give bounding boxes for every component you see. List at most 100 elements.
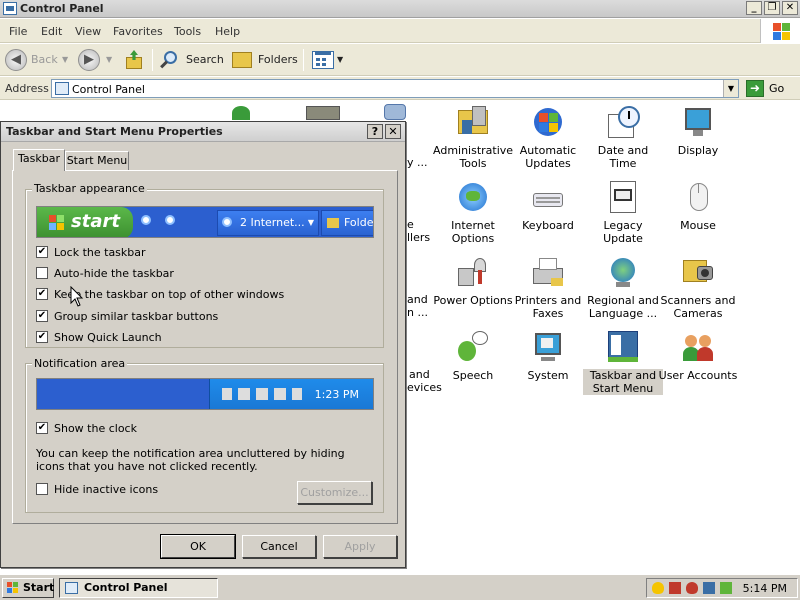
menu-bar: File Edit View Favorites Tools Help	[0, 19, 760, 43]
taskbar-button-control-panel[interactable]: Control Panel	[59, 578, 218, 598]
cp-item-keyboard[interactable]: Keyboard	[508, 181, 588, 232]
quick-launch-checkbox[interactable]: ✔	[36, 331, 48, 343]
windows-logo-icon	[7, 582, 19, 594]
menu-view[interactable]: View	[75, 25, 101, 38]
cp-item-system[interactable]: System	[508, 331, 588, 382]
close-button[interactable]: ✕	[782, 1, 798, 15]
window-title: Control Panel	[20, 2, 104, 15]
folders-button[interactable]: Folders	[258, 53, 298, 66]
lock-taskbar-label[interactable]: Lock the taskbar	[54, 246, 146, 259]
keep-on-top-label[interactable]: Keep the taskbar on top of other windows	[54, 288, 284, 301]
minimize-button[interactable]: _	[746, 1, 762, 15]
apply-button[interactable]: Apply	[323, 535, 397, 558]
menu-tools[interactable]: Tools	[174, 25, 201, 38]
forward-dropdown-icon[interactable]: ▼	[106, 55, 112, 64]
tab-start-menu[interactable]: Start Menu	[65, 151, 129, 171]
partial-icon	[306, 106, 340, 120]
search-button[interactable]: Search	[186, 53, 224, 66]
hide-inactive-checkbox[interactable]	[36, 483, 48, 495]
speech-icon	[456, 331, 490, 365]
cp-item-internet-options[interactable]: Internet Options	[433, 181, 513, 245]
back-dropdown-icon[interactable]: ▼	[62, 55, 68, 64]
ie-quicklaunch-icon	[141, 215, 157, 231]
cp-item-taskbar-start-menu[interactable]: Taskbar and Start Menu	[583, 331, 663, 395]
user-accounts-icon	[681, 331, 715, 365]
folders-icon[interactable]	[232, 52, 252, 68]
views-icon[interactable]	[312, 51, 334, 69]
menu-file[interactable]: File	[9, 25, 27, 38]
tray-icon	[222, 388, 232, 400]
cp-item-administrative-tools[interactable]: Administrative Tools	[433, 106, 513, 170]
tray-icon	[292, 388, 302, 400]
go-button[interactable]: Go	[769, 82, 784, 95]
windows-logo-icon	[760, 19, 800, 43]
start-button[interactable]: Start	[2, 578, 54, 598]
cp-item-printers-faxes[interactable]: Printers and Faxes	[508, 256, 588, 320]
dialog-close-button[interactable]: ✕	[385, 124, 401, 139]
control-panel-icon	[3, 2, 17, 15]
network-icon[interactable]	[703, 582, 715, 594]
up-folder-icon[interactable]	[124, 50, 144, 70]
folder-icon	[327, 218, 339, 228]
cp-item-mouse[interactable]: Mouse	[658, 181, 738, 232]
show-clock-checkbox[interactable]: ✔	[36, 422, 48, 434]
auto-hide-checkbox[interactable]	[36, 267, 48, 279]
tray-icon	[256, 388, 268, 400]
cp-item-speech[interactable]: Speech	[433, 331, 513, 382]
tray-icon	[238, 388, 250, 400]
address-dropdown-icon[interactable]: ▼	[723, 80, 738, 97]
cp-item-legacy-update[interactable]: Legacy Update	[583, 181, 663, 245]
ie-icon	[222, 217, 232, 227]
go-arrow-icon[interactable]: ➜	[746, 80, 764, 97]
mouse-icon	[681, 181, 715, 215]
menu-edit[interactable]: Edit	[41, 25, 62, 38]
security-shield-icon[interactable]	[652, 582, 664, 594]
power-options-icon	[456, 256, 490, 290]
cp-item-date-time[interactable]: Date and Time	[583, 106, 663, 170]
restore-button[interactable]: ❐	[764, 1, 780, 15]
date-time-icon	[606, 106, 640, 140]
back-button[interactable]: Back	[31, 53, 58, 66]
views-dropdown-icon[interactable]: ▼	[337, 55, 343, 64]
cp-item-power-options[interactable]: Power Options	[433, 256, 513, 307]
show-clock-label[interactable]: Show the clock	[54, 422, 137, 435]
partial-icon	[384, 104, 406, 120]
preview-start-label: start	[71, 211, 120, 232]
cp-item-automatic-updates[interactable]: Automatic Updates	[508, 106, 588, 170]
customize-button[interactable]: Customize...	[297, 481, 372, 504]
back-arrow-icon[interactable]: ◀	[5, 49, 27, 71]
search-icon[interactable]	[160, 50, 182, 70]
notification-description: You can keep the notification area unclu…	[36, 447, 345, 473]
menu-help[interactable]: Help	[215, 25, 240, 38]
window-titlebar[interactable]: Control Panel _ ❐ ✕	[0, 0, 800, 18]
forward-button[interactable]: ▶	[78, 49, 100, 71]
menu-favorites[interactable]: Favorites	[113, 25, 163, 38]
tray-app-icon[interactable]	[669, 582, 681, 594]
taskbar-appearance-label: Taskbar appearance	[32, 182, 147, 195]
notification-area-preview: 1:23 PM	[36, 378, 374, 410]
group-buttons-label[interactable]: Group similar taskbar buttons	[54, 310, 218, 323]
shield-alert-icon[interactable]	[686, 582, 698, 594]
automatic-updates-icon	[531, 106, 565, 140]
lock-taskbar-checkbox[interactable]: ✔	[36, 246, 48, 258]
dialog-titlebar[interactable]: Taskbar and Start Menu Properties ? ✕	[1, 122, 405, 142]
tab-taskbar[interactable]: Taskbar	[13, 149, 65, 171]
quick-launch-label[interactable]: Show Quick Launch	[54, 331, 162, 344]
ok-button[interactable]: OK	[160, 534, 236, 559]
cancel-button[interactable]: Cancel	[242, 535, 316, 558]
keep-on-top-checkbox[interactable]: ✔	[36, 288, 48, 300]
standard-toolbar: ◀ Back ▼ ▶ ▼ Search Folders ▼	[0, 44, 800, 76]
help-button[interactable]: ?	[367, 124, 383, 139]
cp-item-user-accounts[interactable]: User Accounts	[658, 331, 738, 382]
control-panel-icon	[65, 582, 78, 594]
partial-icon	[232, 106, 250, 120]
auto-hide-label[interactable]: Auto-hide the taskbar	[54, 267, 174, 280]
group-buttons-checkbox[interactable]: ✔	[36, 310, 48, 322]
cp-item-scanners-cameras[interactable]: Scanners and Cameras	[658, 256, 738, 320]
internet-options-icon	[456, 181, 490, 215]
cp-item-regional-language[interactable]: Regional and Language ...	[583, 256, 663, 320]
address-input[interactable]: Control Panel ▼	[51, 79, 739, 98]
hide-inactive-label[interactable]: Hide inactive icons	[54, 483, 158, 496]
cp-item-display[interactable]: Display	[658, 106, 738, 157]
tray-app-icon[interactable]	[720, 582, 732, 594]
